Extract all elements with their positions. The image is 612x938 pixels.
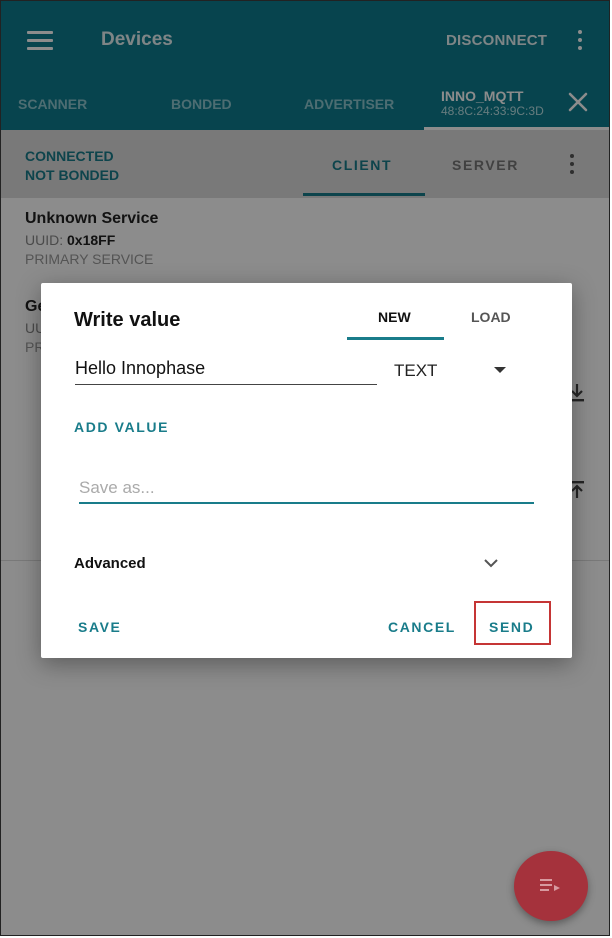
write-value-dialog: Write value NEW LOAD Hello Innophase TEX… xyxy=(41,283,572,658)
cancel-button[interactable]: CANCEL xyxy=(388,619,456,635)
value-input[interactable]: Hello Innophase xyxy=(75,358,377,385)
tab-new[interactable]: NEW xyxy=(378,309,411,325)
save-as-input[interactable]: Save as... xyxy=(79,478,534,504)
send-highlight-box xyxy=(474,601,551,645)
log-fab-button[interactable] xyxy=(514,851,588,921)
dialog-title: Write value xyxy=(74,309,181,331)
add-value-button[interactable]: ADD VALUE xyxy=(74,419,169,435)
log-list-icon xyxy=(540,879,560,891)
save-button[interactable]: SAVE xyxy=(78,619,122,635)
chevron-down-icon[interactable] xyxy=(484,556,498,570)
phone-screen: Devices DISCONNECT SCANNER BONDED ADVERT… xyxy=(0,0,610,936)
tab-load[interactable]: LOAD xyxy=(471,309,511,325)
new-tab-indicator xyxy=(347,337,444,340)
advanced-label[interactable]: Advanced xyxy=(74,555,146,572)
dropdown-arrow-icon[interactable] xyxy=(494,367,506,373)
format-select[interactable]: TEXT xyxy=(394,361,437,381)
